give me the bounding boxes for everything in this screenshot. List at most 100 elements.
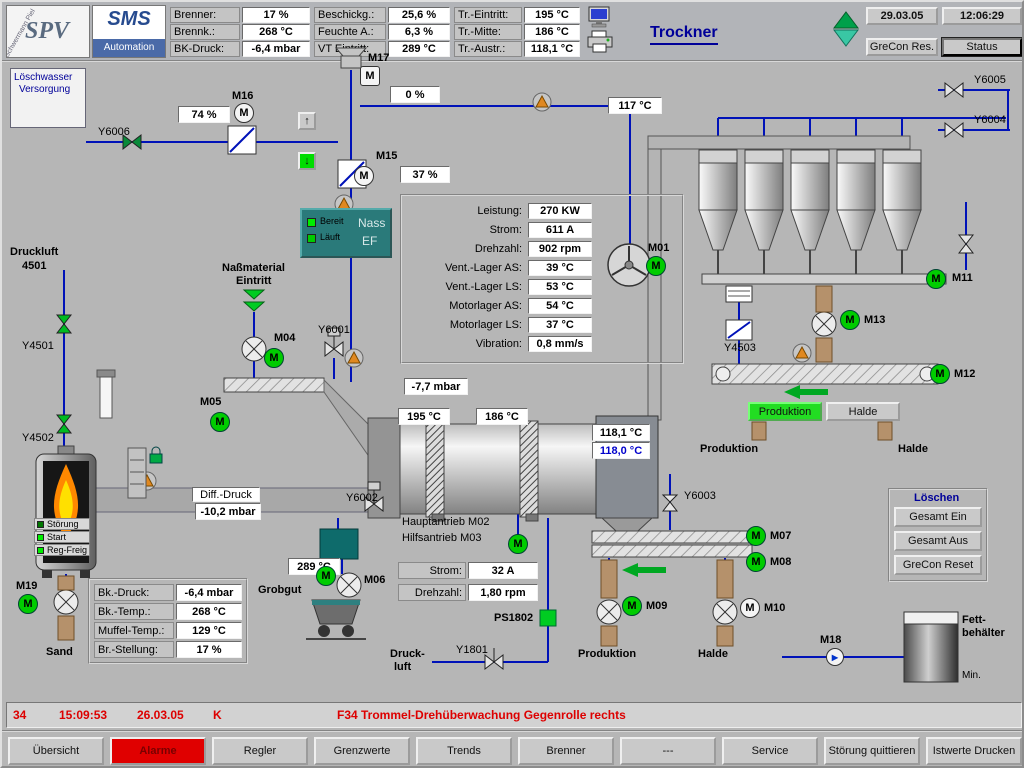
motor-label-m18: M18: [820, 634, 841, 646]
motor-m04[interactable]: M: [264, 348, 284, 368]
fan-r4-label: Vent.-Lager AS:: [445, 262, 522, 274]
start-label: Start: [47, 532, 66, 542]
motor-m16[interactable]: M: [234, 103, 254, 123]
cyclone-battery: [699, 150, 921, 274]
ps1802-switch: [540, 610, 556, 626]
halde-button[interactable]: Halde: [826, 402, 900, 421]
drum-discharge-conveyor: [592, 531, 752, 557]
alarm-number: 34: [13, 708, 26, 722]
fan-r6-label: Motorlager AS:: [449, 300, 522, 312]
nav-stoerung-quittieren-button[interactable]: Störung quittieren: [824, 737, 920, 765]
fan-r5-label: Vent.-Lager LS:: [446, 281, 522, 293]
nav-istwerte-drucken-button[interactable]: Istwerte Drucken: [926, 737, 1022, 765]
motor-m04-glyph: M: [269, 352, 278, 364]
motor-m09[interactable]: M: [622, 596, 642, 616]
damper-m16[interactable]: [228, 126, 256, 154]
valve-label-y4503: Y4503: [724, 342, 756, 354]
motor-m02[interactable]: M: [508, 534, 528, 554]
nav-spare-button[interactable]: ---: [620, 737, 716, 765]
motor-m16-glyph: M: [239, 107, 248, 119]
grobgut-cart: [306, 600, 366, 639]
motor-label-m13: M13: [864, 314, 885, 326]
motor-label-m01: M01: [648, 242, 669, 254]
produktion-button[interactable]: Produktion: [748, 402, 822, 421]
fan-r6-value: 54 °C: [528, 298, 592, 314]
halde-top-label: Halde: [898, 443, 928, 455]
motor-m08[interactable]: M: [746, 552, 766, 572]
motor-m07[interactable]: M: [746, 526, 766, 546]
fan-r7-label: Motorlager LS:: [450, 319, 522, 331]
nass-ef-title1: Nass: [358, 216, 385, 230]
fan-r2-value: 611 A: [528, 222, 592, 238]
drum-outlet-temp-b: 118,0 °C: [592, 442, 650, 459]
motor-m19[interactable]: M: [18, 594, 38, 614]
nass-ef-panel[interactable]: Bereit Läuft Nass EF: [300, 208, 392, 258]
motor-m13-glyph: M: [845, 314, 854, 326]
nav-service-button[interactable]: Service: [722, 737, 818, 765]
motor-label-m08: M08: [770, 556, 791, 568]
motor-m18[interactable]: ▶: [826, 648, 844, 666]
alarm-class: K: [213, 708, 222, 722]
grecon-reset-button[interactable]: GreCon Reset: [894, 555, 982, 575]
feed-screw-conveyor: [224, 378, 370, 458]
motor-m10[interactable]: M: [740, 598, 760, 618]
motor-label-m07: M07: [770, 530, 791, 542]
nav-trends-button[interactable]: Trends: [416, 737, 512, 765]
bk-temp-label: Bk.-Temp.:: [94, 603, 174, 620]
motor-m11[interactable]: M: [926, 269, 946, 289]
motor-label-m15: M15: [376, 150, 397, 162]
valve-label-y6004: Y6004: [974, 114, 1006, 126]
fett-label2: behälter: [962, 627, 1005, 639]
discharge-direction-arrow: [622, 563, 666, 577]
gesamt-ein-button[interactable]: Gesamt Ein: [894, 507, 982, 527]
valve-label-y6005: Y6005: [974, 74, 1006, 86]
alarm-time: 15:09:53: [59, 708, 107, 722]
rotary-valve-m09: [597, 600, 621, 624]
loeschwasser-line1: Löschwasser: [14, 72, 72, 83]
motor-m05[interactable]: M: [210, 412, 230, 432]
burner-data-panel: Bk.-Druck: -6,4 mbar Bk.-Temp.: 268 °C M…: [88, 578, 248, 664]
motor-label-m16: M16: [232, 90, 253, 102]
motor-m15[interactable]: M: [354, 166, 374, 186]
bk-druck-value: -6,4 mbar: [176, 584, 242, 601]
loeschwasser-box[interactable]: Löschwasser Versorgung: [10, 68, 86, 128]
fan-r5-value: 53 °C: [528, 279, 592, 295]
start-led: [37, 534, 44, 541]
motor-label-m09: M09: [646, 600, 667, 612]
motor-m09-glyph: M: [627, 600, 636, 612]
nav-bar: Übersicht Alarme Regler Grenzwerte Trend…: [2, 730, 1024, 768]
loeschen-panel: Löschen Gesamt Ein Gesamt Aus GreCon Res…: [888, 488, 988, 582]
motor-m06[interactable]: M: [316, 566, 336, 586]
rotary-valve-m06: [337, 573, 361, 597]
alarm-date: 26.03.05: [137, 708, 184, 722]
nassmaterial-label2: Eintritt: [236, 275, 271, 287]
motor-m08-glyph: M: [751, 556, 760, 568]
drum-vacuum-value: -7,7 mbar: [404, 378, 468, 395]
motor-m17[interactable]: M: [360, 66, 380, 86]
nav-grenzwerte-button[interactable]: Grenzwerte: [314, 737, 410, 765]
valve-label-y4501: Y4501: [22, 340, 54, 352]
loeschwasser-line2: Versorgung: [19, 84, 70, 95]
muffel-temp-label: Muffel-Temp.:: [94, 622, 174, 639]
valve-label-y6003: Y6003: [684, 490, 716, 502]
br-stellung-value: 17 %: [176, 641, 242, 658]
produktion-bottom-label: Produktion: [578, 648, 636, 660]
feed-inlet-icon: [244, 290, 264, 311]
nav-uebersicht-button[interactable]: Übersicht: [8, 737, 104, 765]
lock-icon: [150, 447, 162, 463]
fan-r1-value: 270 KW: [528, 203, 592, 219]
motor-m01[interactable]: M: [646, 256, 666, 276]
druckluft-number: 4501: [22, 260, 46, 272]
nass-ef-laeuft-led: [307, 234, 316, 243]
nav-brenner-button[interactable]: Brenner: [518, 737, 614, 765]
nav-alarme-button[interactable]: Alarme: [110, 737, 206, 765]
gesamt-aus-button[interactable]: Gesamt Aus: [894, 531, 982, 551]
motor-m12[interactable]: M: [930, 364, 950, 384]
drive-drehzahl-label: Drehzahl:: [398, 584, 466, 601]
alarm-line[interactable]: 34 15:09:53 26.03.05 K F34 Trommel-Drehü…: [6, 702, 1022, 728]
motor-m13[interactable]: M: [840, 310, 860, 330]
rotary-valve-m10: [713, 600, 737, 624]
fat-tank: [904, 612, 958, 682]
motor-m05-glyph: M: [215, 416, 224, 428]
nav-regler-button[interactable]: Regler: [212, 737, 308, 765]
